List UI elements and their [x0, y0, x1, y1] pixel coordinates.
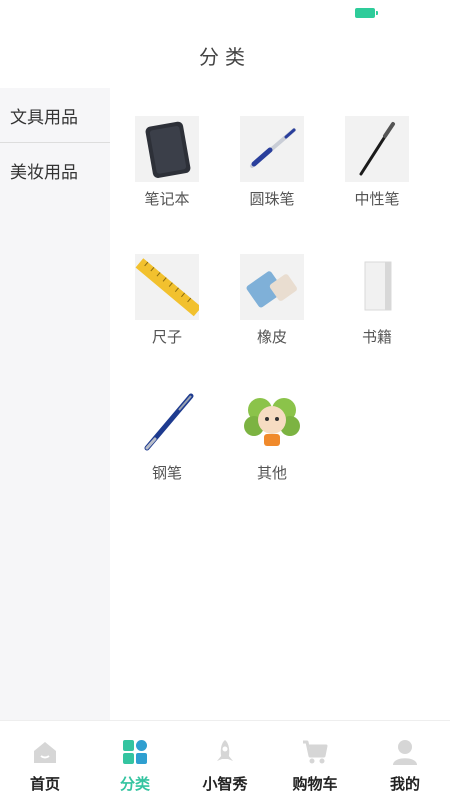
mascot-icon — [240, 390, 304, 456]
user-icon — [360, 735, 450, 769]
product-item-notebook[interactable]: 笔记本 — [117, 116, 217, 209]
sidebar-item-stationery[interactable]: 文具用品 — [0, 88, 110, 143]
sidebar-item-label: 文具用品 — [10, 107, 78, 128]
sidebar-item-cosmetics[interactable]: 美妆用品 — [0, 143, 110, 197]
ruler-icon — [135, 254, 199, 320]
page-title: 分类 — [199, 44, 251, 69]
tab-cart[interactable]: 购物车 — [270, 721, 360, 801]
fountain-pen-icon — [135, 390, 199, 456]
eraser-icon — [240, 254, 304, 320]
product-item-ballpoint-pen[interactable]: 圆珠笔 — [222, 116, 322, 209]
product-label: 其他 — [256, 464, 287, 482]
tab-home[interactable]: 首页 — [0, 721, 90, 801]
tab-label: 分类 — [119, 775, 150, 793]
product-label: 书籍 — [361, 328, 392, 346]
ballpoint-pen-icon — [240, 116, 304, 182]
product-item-other[interactable]: 其他 — [222, 390, 322, 483]
product-item-eraser[interactable]: 橡皮 — [222, 254, 322, 347]
tab-label: 购物车 — [292, 775, 338, 793]
product-item-book[interactable]: 书籍 — [327, 254, 427, 347]
status-bar — [0, 0, 450, 24]
product-label: 笔记本 — [144, 190, 190, 208]
product-label: 橡皮 — [256, 328, 287, 346]
page-header: 分类 — [0, 24, 450, 86]
product-grid: 笔记本 圆珠笔 中性笔 尺子 橡皮 书籍 钢笔 其他 — [110, 88, 450, 720]
product-item-gel-pen[interactable]: 中性笔 — [327, 116, 427, 209]
home-icon — [0, 735, 90, 769]
product-item-ruler[interactable]: 尺子 — [117, 254, 217, 347]
rocket-icon — [180, 735, 270, 769]
tab-label: 首页 — [29, 775, 60, 793]
tab-showcase[interactable]: 小智秀 — [180, 721, 270, 801]
sidebar-item-label: 美妆用品 — [10, 162, 78, 183]
cart-icon — [270, 735, 360, 769]
product-label: 钢笔 — [151, 464, 182, 482]
tab-category[interactable]: 分类 — [90, 721, 180, 801]
product-label: 尺子 — [151, 328, 182, 346]
product-label: 圆珠笔 — [249, 190, 295, 208]
category-icon — [90, 735, 180, 769]
product-label: 中性笔 — [354, 190, 400, 208]
gel-pen-icon — [345, 116, 409, 182]
notebook-icon — [135, 116, 199, 182]
book-icon — [345, 254, 409, 320]
battery-icon — [355, 8, 378, 18]
tab-profile[interactable]: 我的 — [360, 721, 450, 801]
category-sidebar: 文具用品 美妆用品 — [0, 88, 110, 720]
bottom-tab-bar: 首页 分类 小智秀 购物车 我的 — [0, 720, 450, 801]
tab-label: 小智秀 — [202, 775, 248, 793]
tab-label: 我的 — [389, 775, 420, 793]
product-item-fountain-pen[interactable]: 钢笔 — [117, 390, 217, 483]
